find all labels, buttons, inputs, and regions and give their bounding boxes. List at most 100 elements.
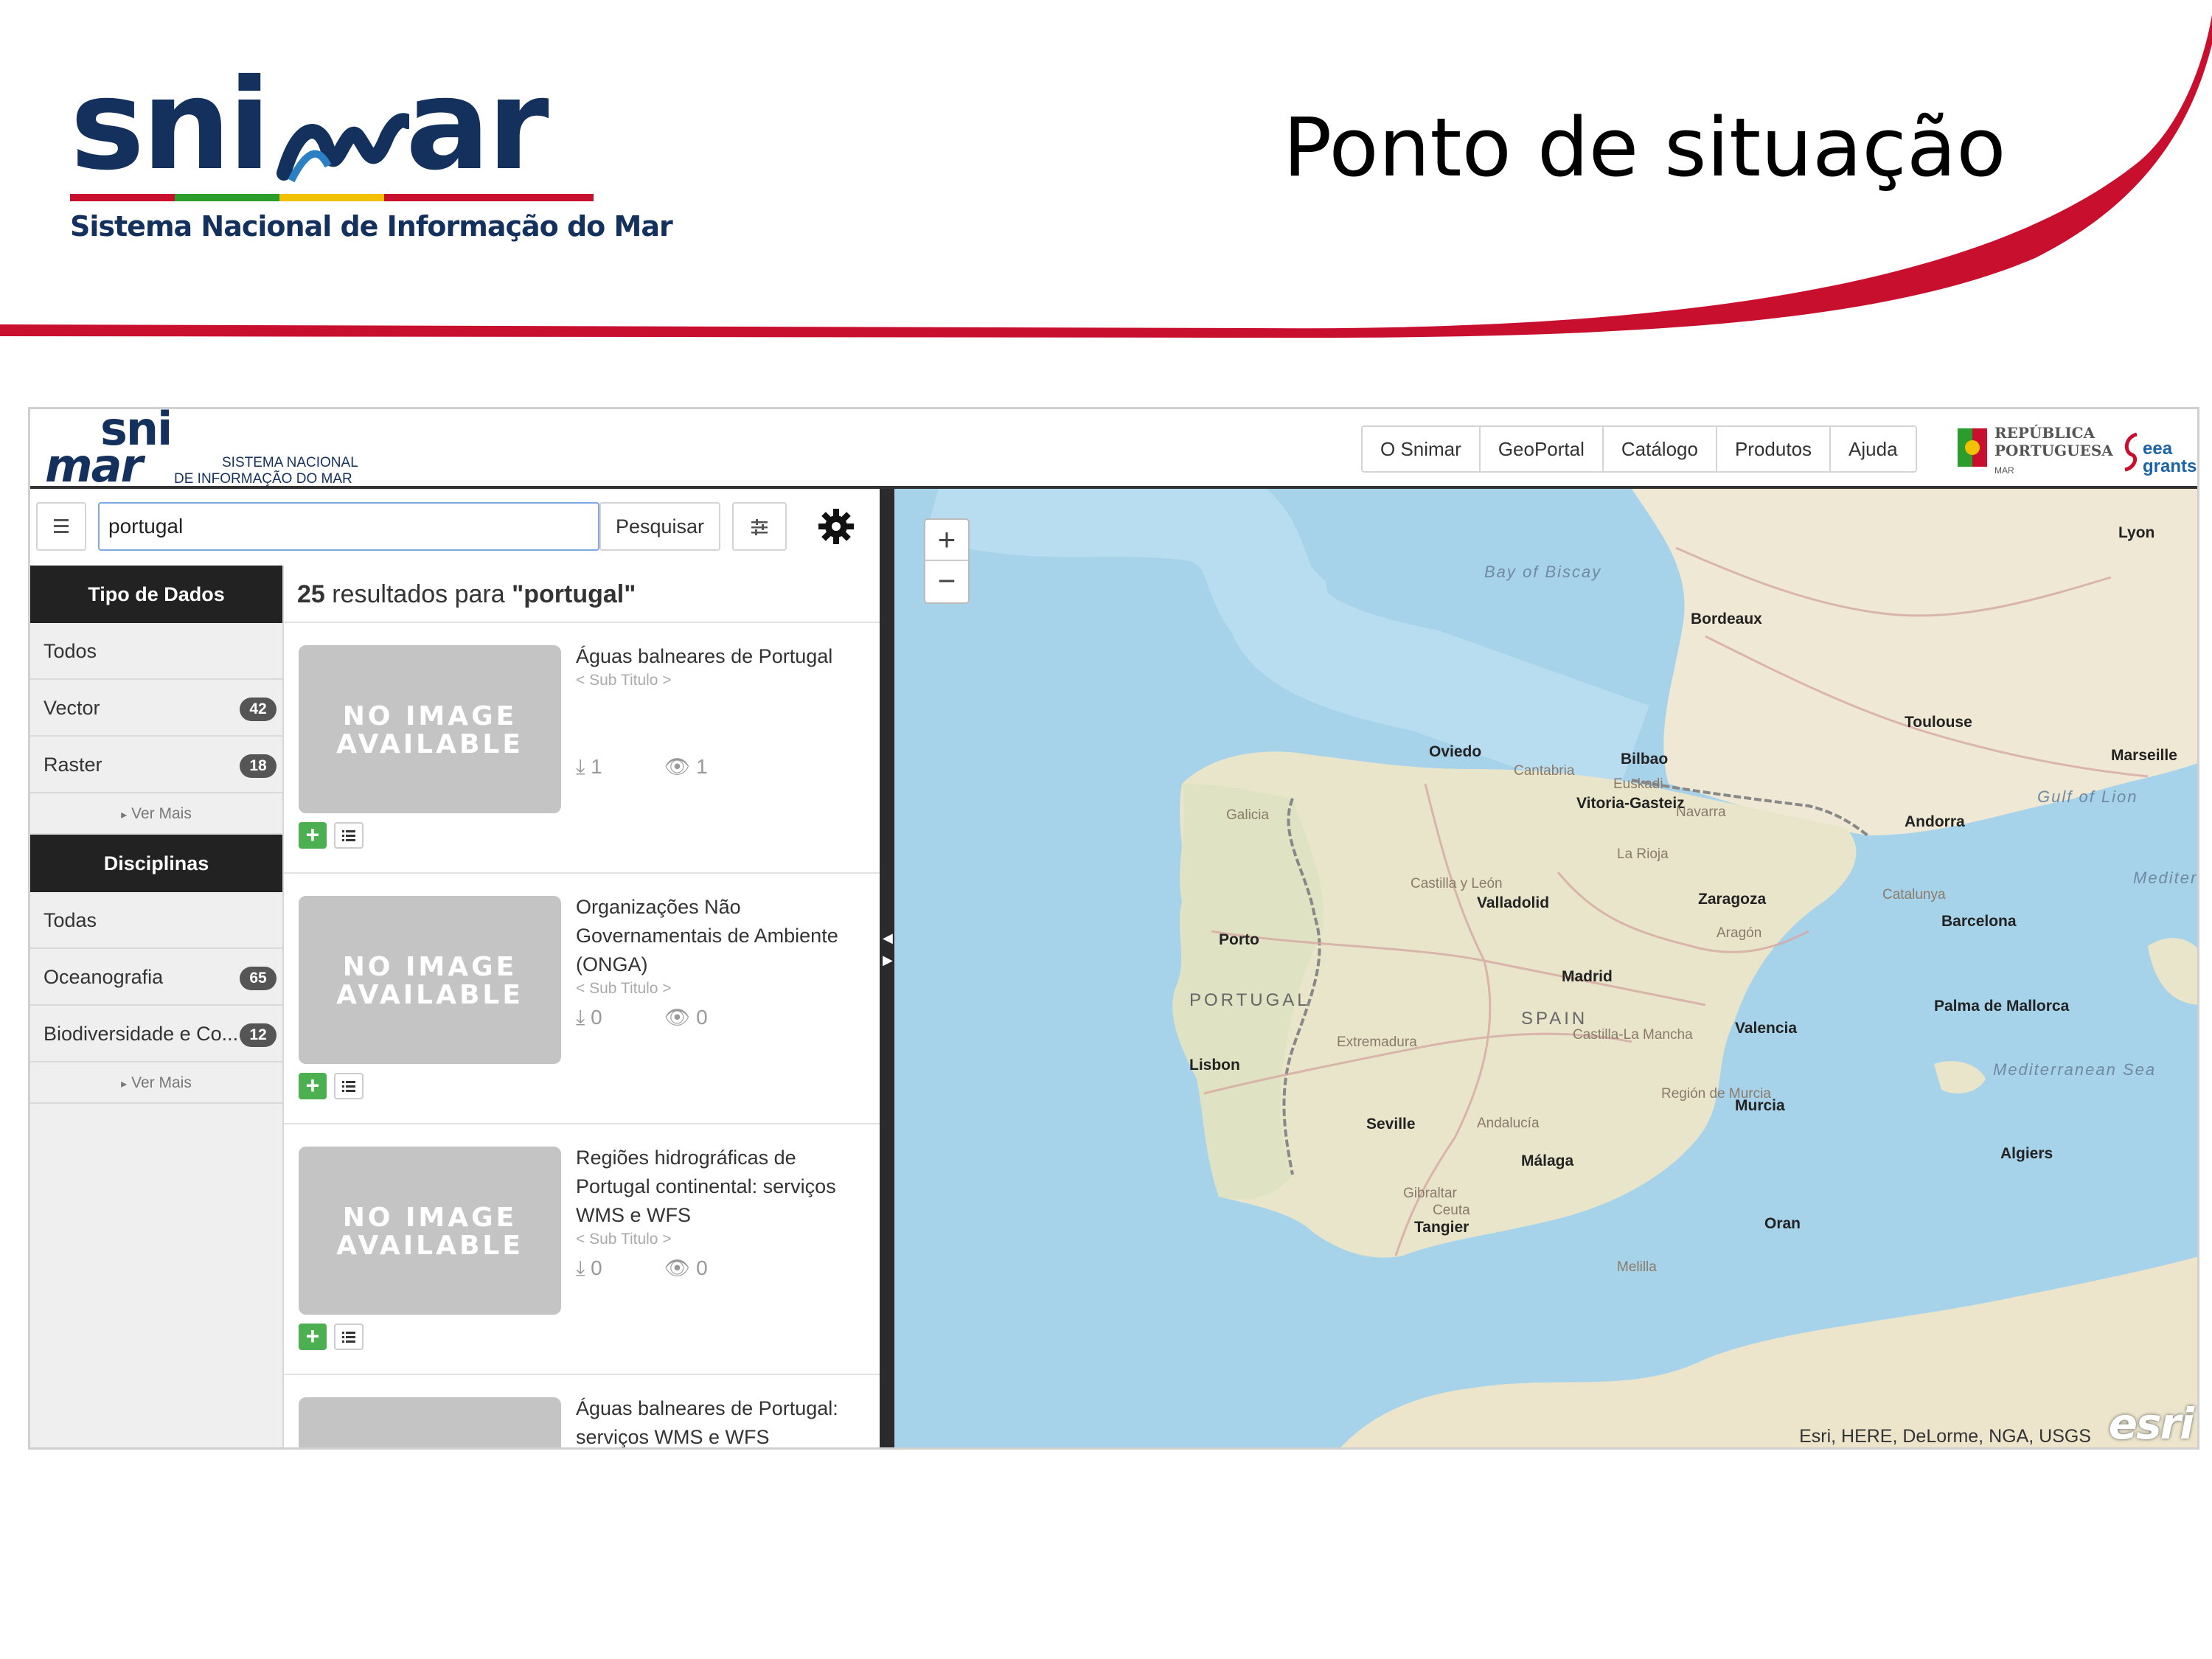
- settings-button[interactable]: [816, 507, 856, 546]
- results-count-header: 25 resultados para "portugal": [284, 566, 880, 623]
- gear-icon: [818, 509, 854, 544]
- map-label: PORTUGAL: [1189, 990, 1310, 1010]
- app-logo[interactable]: sni mar SISTEMA NACIONAL DE INFORMAÇÃO D…: [38, 409, 369, 493]
- map-label: Vitoria-Gasteiz: [1576, 795, 1685, 812]
- logo-wave-icon: [276, 113, 409, 183]
- data-type-heading: Tipo de Dados: [30, 566, 282, 623]
- add-to-map-button[interactable]: +: [299, 1324, 327, 1350]
- app-logo-line1: SISTEMA NACIONAL: [222, 455, 358, 470]
- map-label: Gibraltar: [1403, 1186, 1457, 1201]
- result-subtitle: < Sub Titulo >: [576, 1231, 672, 1248]
- map-label: Oviedo: [1429, 743, 1482, 760]
- see-more-disciplines[interactable]: ▸ Ver Mais: [30, 1062, 282, 1104]
- map-label: Bordeaux: [1691, 611, 1762, 627]
- eye-icon: 👁 1: [664, 755, 708, 778]
- zoom-in-button[interactable]: +: [925, 520, 968, 561]
- map-label: Castilla y León: [1411, 876, 1503, 891]
- map-label: Oran: [1764, 1215, 1801, 1232]
- map-label: Cantabria: [1514, 763, 1575, 779]
- caret-right-icon: ▸: [121, 809, 128, 821]
- result-title[interactable]: Organizações Não Governamentais de Ambie…: [576, 893, 868, 998]
- map-label: Marseille: [2111, 747, 2177, 764]
- map-attribution: Esri, HERE, DeLorme, NGA, USGS: [1799, 1426, 2091, 1447]
- no-image-placeholder: [299, 1397, 561, 1447]
- eea-grants-logo[interactable]: eea grants: [2121, 421, 2197, 484]
- menu-button[interactable]: [36, 502, 86, 551]
- download-icon: ⤓ 0: [576, 1006, 602, 1029]
- result-item[interactable]: NO IMAGE AVAILABLE Águas balneares de Por…: [284, 623, 880, 874]
- map-label: Palma de Mallorca: [1934, 998, 2070, 1015]
- result-item[interactable]: NO IMAGE AVAILABLE Organizações Não Gover…: [284, 874, 880, 1124]
- result-title[interactable]: Águas balneares de Portugal < Sub Titulo …: [576, 642, 868, 690]
- nav-o-snimar[interactable]: O Snimar: [1363, 427, 1481, 471]
- map-label: Navarra: [1676, 804, 1726, 820]
- add-to-map-button[interactable]: +: [299, 1073, 327, 1099]
- map-label: Galicia: [1226, 807, 1270, 823]
- filter-oceanografia[interactable]: Oceanografia 65: [30, 949, 282, 1006]
- app-header: sni mar SISTEMA NACIONAL DE INFORMAÇÃO D…: [30, 409, 2197, 489]
- add-to-map-button[interactable]: +: [299, 822, 327, 849]
- count-badge: 12: [240, 1023, 276, 1047]
- basemap-graphic: [894, 489, 2197, 1447]
- map-label: Porto: [1219, 931, 1259, 948]
- result-item[interactable]: NO IMAGE AVAILABLE Regiões hidrográficas …: [284, 1124, 880, 1375]
- no-image-placeholder: NO IMAGE AVAILABLE: [299, 896, 561, 1064]
- map-label: Ceuta: [1433, 1203, 1470, 1218]
- search-button[interactable]: Pesquisar: [599, 502, 720, 551]
- details-list-button[interactable]: [334, 822, 364, 849]
- logo-color-stripe: [70, 194, 594, 201]
- map-label: Aragón: [1717, 925, 1762, 941]
- result-title[interactable]: Regiões hidrográficas de Portugal contin…: [576, 1144, 868, 1249]
- map-label: Algiers: [2000, 1145, 2053, 1162]
- nav-ajuda[interactable]: Ajuda: [1831, 427, 1916, 471]
- map-label: Tangier: [1414, 1219, 1470, 1236]
- result-title[interactable]: Águas balneares de Portugal: serviços WM…: [576, 1394, 868, 1447]
- map-label: Lisbon: [1189, 1057, 1240, 1074]
- filter-raster[interactable]: Raster 18: [30, 737, 282, 793]
- search-input[interactable]: [98, 502, 599, 551]
- count-badge: 65: [240, 967, 276, 990]
- filter-vector[interactable]: Vector 42: [30, 680, 282, 737]
- map-label: Lyon: [2118, 524, 2155, 541]
- app-logo-line2: DE INFORMAÇÃO DO MAR: [174, 471, 352, 487]
- details-list-button[interactable]: [334, 1073, 364, 1099]
- republica-text: REPÚBLICA PORTUGUESA: [1994, 424, 2113, 459]
- map-view[interactable]: + − Bay of Biscay Bordeaux Lyon Toulouse…: [894, 489, 2197, 1447]
- count-badge: 42: [240, 698, 276, 721]
- filter-sidebar: Tipo de Dados Todos Vector 42 Raster 18 ▸ V…: [30, 566, 284, 1447]
- download-icon: ⤓ 1: [576, 755, 602, 778]
- snimar-logo: sni ar Sistema Nacional de Informação do…: [70, 63, 673, 254]
- nav-catalogo[interactable]: Catálogo: [1604, 427, 1717, 471]
- result-subtitle: < Sub Titulo >: [576, 672, 672, 689]
- map-label: Castilla-La Mancha: [1573, 1027, 1693, 1043]
- see-more-data-types[interactable]: ▸ Ver Mais: [30, 793, 282, 835]
- result-item[interactable]: Águas balneares de Portugal: serviços WM…: [284, 1375, 880, 1447]
- map-label: Bay of Biscay: [1484, 563, 1602, 581]
- map-label: Seville: [1366, 1116, 1416, 1133]
- map-label: Valencia: [1735, 1020, 1798, 1037]
- zoom-out-button[interactable]: −: [925, 561, 968, 602]
- eea-swirl-icon: [2124, 432, 2138, 472]
- app-logo-mar: mar: [45, 439, 143, 493]
- filter-todos[interactable]: Todos: [30, 623, 282, 680]
- app-screenshot: sni mar SISTEMA NACIONAL DE INFORMAÇÃO D…: [28, 407, 2199, 1450]
- esri-logo[interactable]: esri: [2109, 1399, 2194, 1447]
- panel-resize-handle[interactable]: ◀ ▶: [880, 489, 894, 1447]
- nav-produtos[interactable]: Produtos: [1717, 427, 1832, 471]
- map-label: SPAIN: [1521, 1009, 1588, 1029]
- map-label: Andalucía: [1477, 1116, 1540, 1131]
- map-label: Melilla: [1617, 1259, 1657, 1275]
- details-list-button[interactable]: [334, 1324, 364, 1350]
- map-label: Valladolid: [1477, 894, 1550, 911]
- top-navigation: O Snimar GeoPortal Catálogo Produtos Aju…: [1361, 425, 1917, 473]
- republica-portuguesa-logo[interactable]: REPÚBLICA PORTUGUESA MAR: [1955, 420, 2113, 483]
- zoom-control: + −: [924, 518, 970, 604]
- filter-biodiversidade[interactable]: Biodiversidade e Co... 12: [30, 1006, 282, 1062]
- filter-todas[interactable]: Todas: [30, 892, 282, 949]
- filter-button[interactable]: [732, 502, 787, 551]
- no-image-placeholder: NO IMAGE AVAILABLE: [299, 1147, 561, 1315]
- slide-title: Ponto de situação: [1283, 100, 2006, 195]
- nav-geoportal[interactable]: GeoPortal: [1481, 427, 1604, 471]
- map-label: Madrid: [1562, 968, 1613, 985]
- collapse-left-icon: ◀: [883, 931, 893, 945]
